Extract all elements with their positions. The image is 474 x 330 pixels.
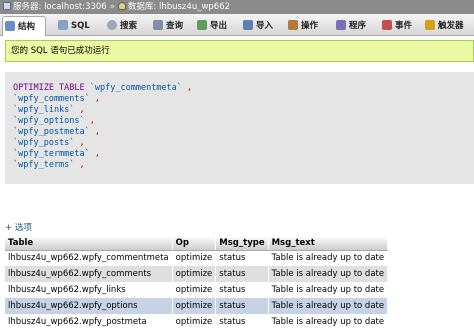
cell-op: optimize <box>172 266 217 282</box>
events-icon <box>382 20 392 30</box>
column-header-op[interactable]: Op <box>172 236 217 251</box>
cell-msg-text: Table is already up to date <box>268 250 389 266</box>
sql-table-name: `wpfy_links` <box>13 105 75 115</box>
cell-op: optimize <box>172 250 217 266</box>
sql-table-name: `wpfy_posts` <box>13 138 75 148</box>
cell-msg-text: Table is already up to date <box>268 314 389 330</box>
sql-line: `wpfy_termmeta` , <box>13 149 101 159</box>
cell-msg-type: status <box>215 282 269 298</box>
tab-operations[interactable]: 操作 <box>286 16 326 36</box>
cell-table: lhbusz4u_wp662.wpfy_options <box>5 298 173 314</box>
routines-icon <box>336 20 346 30</box>
sql-line: `wpfy_links` , <box>13 105 85 115</box>
cell-msg-type: status <box>215 250 269 266</box>
result-table: Table Op Msg_type Msg_text lhbusz4u_wp66… <box>5 236 389 330</box>
table-header-row: Table Op Msg_type Msg_text <box>5 236 389 251</box>
cell-op: optimize <box>172 314 217 330</box>
sql-table-name: `wpfy_comments` <box>13 94 90 104</box>
breadcrumb-server-link[interactable]: 服务器: localhost:3306 <box>13 2 107 12</box>
cell-table: lhbusz4u_wp662.wpfy_comments <box>5 266 173 282</box>
table-row[interactable]: lhbusz4u_wp662.wpfy_commentmeta optimize… <box>5 250 389 266</box>
cell-msg-type: status <box>215 314 269 330</box>
cell-table: lhbusz4u_wp662.wpfy_commentmeta <box>5 250 173 266</box>
options-toggle-link[interactable]: + 选项 <box>5 221 32 233</box>
table-row[interactable]: lhbusz4u_wp662.wpfy_links optimize statu… <box>5 282 389 298</box>
tab-import[interactable]: 导入 <box>241 16 281 36</box>
database-icon <box>117 2 126 10</box>
sql-table-name: `wpfy_terms` <box>13 160 75 170</box>
tab-triggers[interactable]: 触发器 <box>423 16 473 36</box>
cell-msg-type: status <box>215 266 269 282</box>
sql-query-box: OPTIMIZE TABLE `wpfy_commentmeta` , `wpf… <box>5 72 474 184</box>
sql-icon <box>58 20 68 30</box>
cell-table: lhbusz4u_wp662.wpfy_postmeta <box>5 314 173 330</box>
breadcrumb-separator: » <box>109 2 115 12</box>
sql-line: `wpfy_comments` , <box>13 94 101 104</box>
cell-msg-type: status <box>215 298 269 314</box>
tab-search[interactable]: 搜索 <box>105 16 147 36</box>
triggers-icon <box>425 20 435 30</box>
column-header-msg-type[interactable]: Msg_type <box>215 236 269 251</box>
sql-keyword: OPTIMIZE TABLE <box>13 83 85 93</box>
sql-line: `wpfy_posts` , <box>13 138 85 148</box>
cell-msg-text: Table is already up to date <box>268 282 389 298</box>
table-row[interactable]: lhbusz4u_wp662.wpfy_postmeta optimize st… <box>5 314 389 330</box>
sql-line: OPTIMIZE TABLE `wpfy_commentmeta` , <box>13 83 193 93</box>
search-icon <box>107 20 117 30</box>
tab-export[interactable]: 导出 <box>195 16 235 36</box>
cell-op: optimize <box>172 282 217 298</box>
tab-bar: 结构 SQL 搜索 查询 导出 导入 操作 程序 事件 触发器 <box>0 14 474 36</box>
query-icon <box>153 20 163 30</box>
tab-structure[interactable]: 结构 <box>2 16 46 36</box>
success-message: 您的 SQL 语句已成功运行 <box>5 40 474 62</box>
sql-line: `wpfy_postmeta` , <box>13 127 101 137</box>
server-icon <box>3 2 11 10</box>
sql-line: `wpfy_terms` , <box>13 160 85 170</box>
column-header-table[interactable]: Table <box>5 236 173 251</box>
sql-table-name: `wpfy_commentmeta` <box>89 83 182 93</box>
cell-msg-text: Table is already up to date <box>268 298 389 314</box>
breadcrumb: 服务器: localhost:3306» 数据库: lhbusz4u_wp662 <box>0 0 474 14</box>
column-header-msg-text[interactable]: Msg_text <box>268 236 389 251</box>
breadcrumb-database-link[interactable]: 数据库: lhbusz4u_wp662 <box>128 2 230 12</box>
operations-icon <box>288 20 298 30</box>
tab-routines[interactable]: 程序 <box>334 16 374 36</box>
sql-table-name: `wpfy_termmeta` <box>13 149 90 159</box>
import-icon <box>243 20 253 30</box>
structure-icon <box>5 21 15 31</box>
table-row[interactable]: lhbusz4u_wp662.wpfy_comments optimize st… <box>5 266 389 282</box>
sql-table-name: `wpfy_postmeta` <box>13 127 90 137</box>
sql-line: `wpfy_options` , <box>13 116 95 126</box>
tab-events[interactable]: 事件 <box>380 16 420 36</box>
tab-sql[interactable]: SQL <box>56 16 96 36</box>
sql-table-name: `wpfy_options` <box>13 116 85 126</box>
cell-table: lhbusz4u_wp662.wpfy_links <box>5 282 173 298</box>
tab-query[interactable]: 查询 <box>151 16 191 36</box>
cell-op: optimize <box>172 298 217 314</box>
table-row-highlighted[interactable]: lhbusz4u_wp662.wpfy_options optimize sta… <box>5 298 389 314</box>
export-icon <box>197 20 207 30</box>
cell-msg-text: Table is already up to date <box>268 266 389 282</box>
